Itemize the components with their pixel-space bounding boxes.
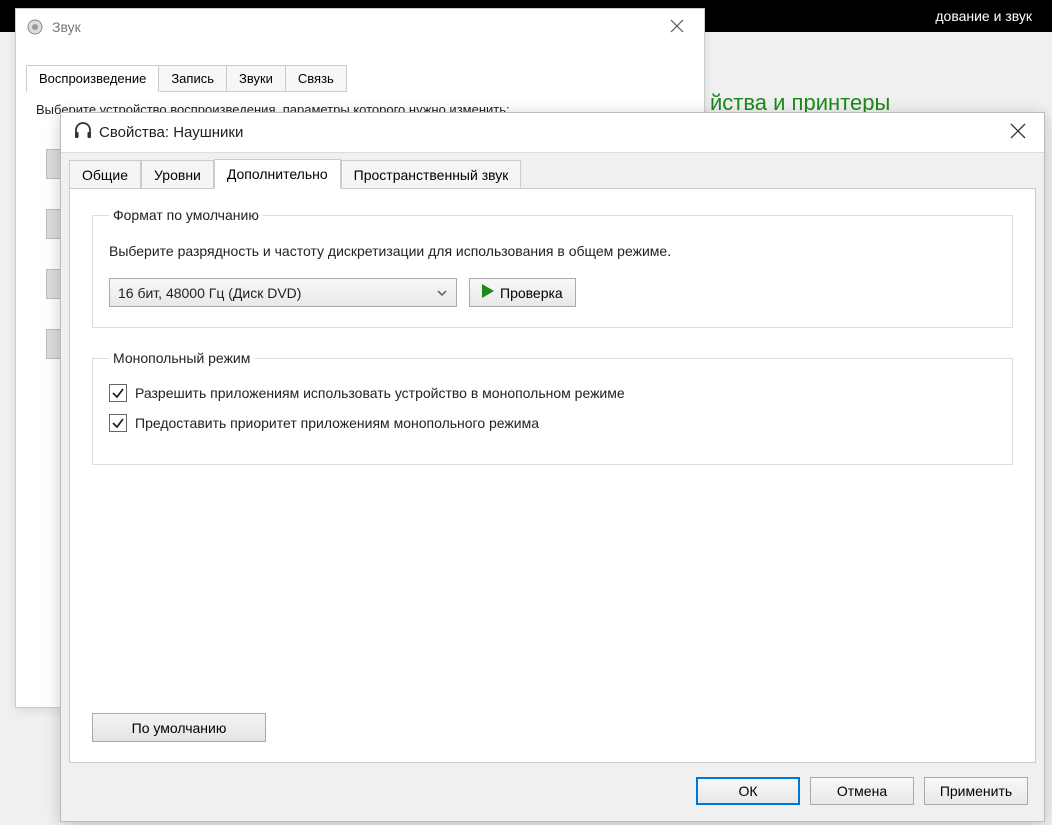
tab-sounds[interactable]: Звуки (226, 65, 286, 92)
apply-button[interactable]: Применить (924, 777, 1028, 805)
allow-exclusive-label: Разрешить приложениям использовать устро… (135, 385, 625, 401)
sound-tabs: Воспроизведение Запись Звуки Связь (26, 65, 704, 92)
sound-close-button[interactable] (660, 15, 694, 40)
properties-titlebar: Свойства: Наушники (61, 113, 1044, 153)
properties-close-button[interactable] (1004, 119, 1032, 146)
test-button-label: Проверка (500, 285, 563, 301)
allow-exclusive-checkbox[interactable] (109, 384, 127, 402)
default-format-description: Выберите разрядность и частоту дискретиз… (109, 241, 996, 262)
headphones-icon (73, 121, 93, 144)
test-button[interactable]: Проверка (469, 278, 576, 307)
restore-defaults-button[interactable]: По умолчанию (92, 713, 266, 742)
properties-title: Свойства: Наушники (99, 124, 1004, 141)
tab-advanced[interactable]: Дополнительно (214, 159, 341, 189)
default-format-legend: Формат по умолчанию (109, 207, 263, 223)
sound-titlebar: Звук (16, 9, 704, 45)
exclusive-mode-group: Монопольный режим Разрешить приложениям … (92, 350, 1013, 465)
cancel-button[interactable]: Отмена (810, 777, 914, 805)
default-format-group: Формат по умолчанию Выберите разрядность… (92, 207, 1013, 328)
exclusive-mode-legend: Монопольный режим (109, 350, 254, 366)
exclusive-priority-checkbox[interactable] (109, 414, 127, 432)
play-icon (482, 284, 494, 301)
tab-levels[interactable]: Уровни (141, 160, 214, 190)
properties-tabs: Общие Уровни Дополнительно Пространствен… (61, 153, 1044, 188)
chevron-down-icon (436, 286, 448, 302)
advanced-tab-content: Формат по умолчанию Выберите разрядность… (69, 188, 1036, 763)
tab-playback[interactable]: Воспроизведение (26, 65, 159, 92)
tab-general[interactable]: Общие (69, 160, 141, 190)
ok-button[interactable]: ОК (696, 777, 800, 805)
tab-communications[interactable]: Связь (285, 65, 347, 92)
exclusive-priority-label: Предоставить приоритет приложениям моноп… (135, 415, 539, 431)
format-selected-value: 16 бит, 48000 Гц (Диск DVD) (118, 285, 301, 301)
format-dropdown[interactable]: 16 бит, 48000 Гц (Диск DVD) (109, 278, 457, 307)
breadcrumb-partial: дование и звук (935, 8, 1032, 24)
properties-body: Общие Уровни Дополнительно Пространствен… (61, 153, 1044, 821)
sound-title: Звук (52, 19, 660, 35)
tab-recording[interactable]: Запись (158, 65, 227, 92)
tab-spatial-sound[interactable]: Пространственный звук (341, 160, 522, 190)
properties-dialog: Свойства: Наушники Общие Уровни Дополнит… (60, 112, 1045, 822)
dialog-button-row: ОК Отмена Применить (696, 777, 1028, 805)
sound-icon (26, 18, 44, 36)
